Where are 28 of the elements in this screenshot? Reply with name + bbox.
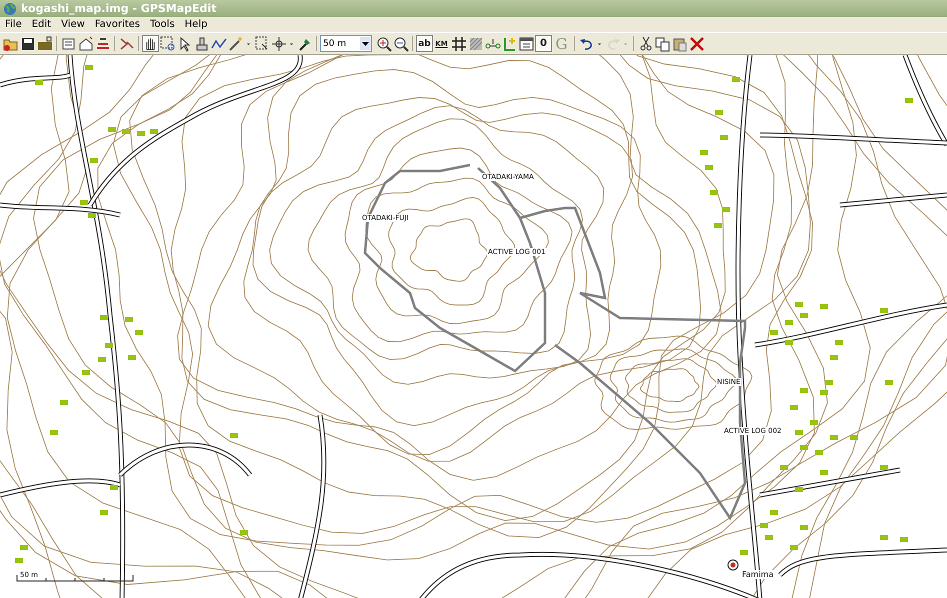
window-icon[interactable]	[518, 35, 535, 52]
menu-item[interactable]: Favorites	[94, 19, 140, 30]
node-select-icon[interactable]	[253, 35, 270, 52]
globe-icon	[3, 2, 17, 16]
scale-dropdown[interactable]: 50 m	[320, 35, 372, 52]
layers-icon[interactable]	[94, 35, 111, 52]
labels-toggle[interactable]: ab	[416, 35, 433, 52]
zoom-out-icon[interactable]	[392, 35, 409, 52]
window-title: kogashi_map.img - GPSMapEdit	[21, 2, 216, 15]
point-marker-icon	[728, 560, 738, 570]
menu-item[interactable]: Edit	[32, 19, 52, 30]
grid-icon[interactable]	[450, 35, 467, 52]
zoom-rectangle-icon[interactable]	[159, 35, 176, 52]
house-icon[interactable]	[77, 35, 94, 52]
zoom-in-icon[interactable]	[375, 35, 392, 52]
save-icon[interactable]	[19, 35, 36, 52]
wand-icon[interactable]	[227, 35, 244, 52]
menu-item[interactable]: Tools	[150, 19, 175, 30]
menu-item[interactable]: View	[61, 19, 85, 30]
zero-toggle[interactable]: 0	[535, 35, 552, 52]
copy-icon[interactable]	[654, 35, 671, 52]
delete-icon[interactable]	[688, 35, 705, 52]
menu-item[interactable]: File	[5, 19, 22, 30]
dropdown-arrow-icon	[362, 42, 369, 46]
menu-item[interactable]: Help	[184, 19, 208, 30]
hand-icon[interactable]	[142, 35, 159, 52]
map-label: Famima	[741, 570, 774, 579]
move-icon[interactable]	[270, 35, 287, 52]
